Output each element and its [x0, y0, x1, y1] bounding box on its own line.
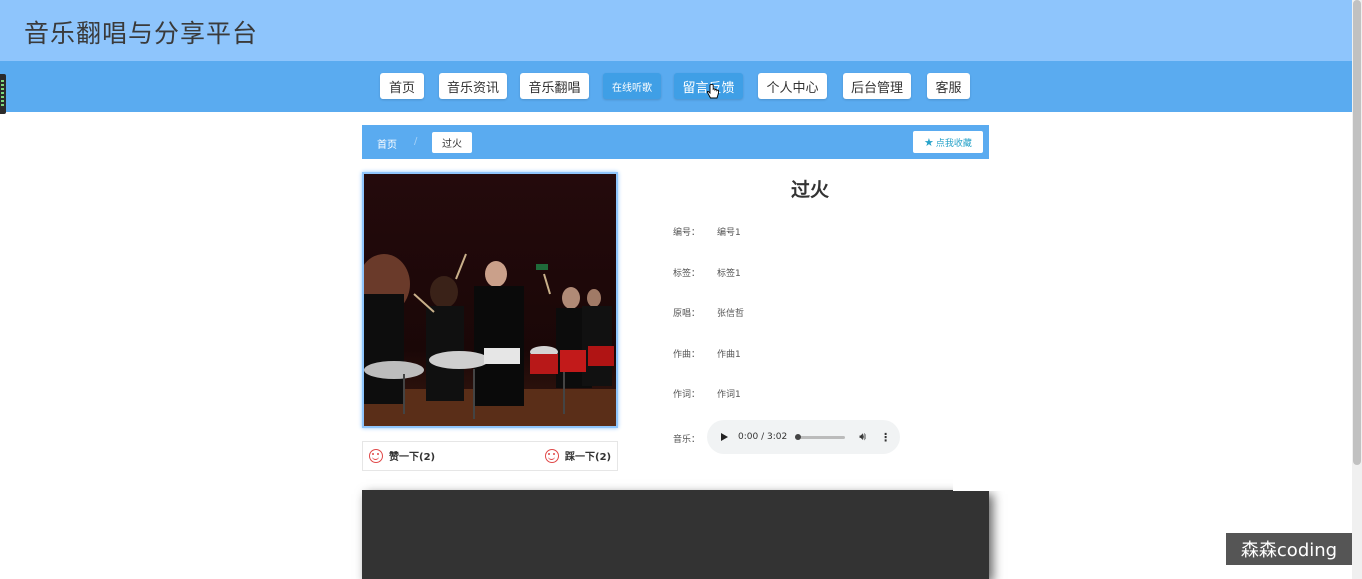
smile-icon [545, 448, 559, 463]
field-label-music: 音乐： [673, 435, 701, 445]
performance-photo [364, 174, 616, 426]
star-icon: ★ [924, 135, 934, 149]
field-value-lyricist: 作词1 [717, 390, 741, 400]
audio-player[interactable]: 0:00 / 3:02 🔊︎ ⋮ [707, 420, 900, 454]
field-label-lyricist: 作词： [673, 390, 701, 400]
scrollbar-thumb[interactable] [1353, 0, 1361, 465]
field-value-original-singer: 张信哲 [717, 309, 745, 319]
hand-cursor-icon [706, 84, 719, 99]
nav-item-listen[interactable]: 在线听歌 [603, 73, 661, 99]
smile-icon [369, 448, 383, 463]
comment-panel [362, 490, 989, 579]
more-options-icon[interactable]: ⋮ [880, 431, 891, 444]
nav-item-home[interactable]: 首页 [380, 73, 424, 99]
side-handle[interactable] [0, 74, 6, 114]
like-label: 赞一下(2) [389, 452, 436, 463]
breadcrumb-current: 过火 [432, 132, 472, 153]
main-nav: 首页 音乐资讯 音乐翻唱 在线听歌 留言反馈 个人中心 后台管理 客服 [0, 61, 1352, 112]
field-value-tag: 标签1 [717, 269, 741, 279]
volume-icon[interactable]: 🔊︎ [859, 430, 866, 444]
field-label-composer: 作曲： [673, 350, 701, 360]
song-title: 过火 [790, 179, 829, 201]
audio-time: 0:00 / 3:02 [738, 432, 788, 442]
nav-item-service[interactable]: 客服 [927, 73, 970, 99]
breadcrumb: 首页 / 过火 ★ 点我收藏 [362, 125, 989, 159]
vote-box: 赞一下(2) 踩一下(2) [362, 441, 618, 471]
field-label-tag: 标签： [673, 269, 701, 279]
like-button[interactable]: 赞一下(2) [369, 448, 435, 463]
breadcrumb-home[interactable]: 首页 [377, 136, 397, 151]
dislike-button[interactable]: 踩一下(2) [545, 448, 611, 463]
field-label-id: 编号： [673, 228, 701, 238]
nav-item-news[interactable]: 音乐资讯 [439, 73, 507, 99]
nav-item-profile[interactable]: 个人中心 [758, 73, 827, 99]
field-value-composer: 作曲1 [717, 350, 741, 360]
nav-item-admin[interactable]: 后台管理 [843, 73, 911, 99]
site-title: 音乐翻唱与分享平台 [24, 19, 259, 48]
play-icon[interactable] [721, 433, 728, 441]
watermark: 森森coding [1226, 533, 1352, 565]
field-label-original-singer: 原唱： [673, 309, 701, 319]
site-header: 音乐翻唱与分享平台 [0, 0, 1352, 61]
audio-progress-slider[interactable] [795, 433, 846, 440]
favorite-label: 点我收藏 [935, 138, 972, 149]
favorite-button[interactable]: ★ 点我收藏 [913, 131, 983, 153]
overlay-strip [953, 463, 1352, 491]
field-value-id: 编号1 [717, 228, 741, 238]
breadcrumb-separator: / [414, 136, 418, 147]
nav-item-covers[interactable]: 音乐翻唱 [520, 73, 589, 99]
dislike-label: 踩一下(2) [565, 452, 612, 463]
cover-image [362, 172, 618, 428]
